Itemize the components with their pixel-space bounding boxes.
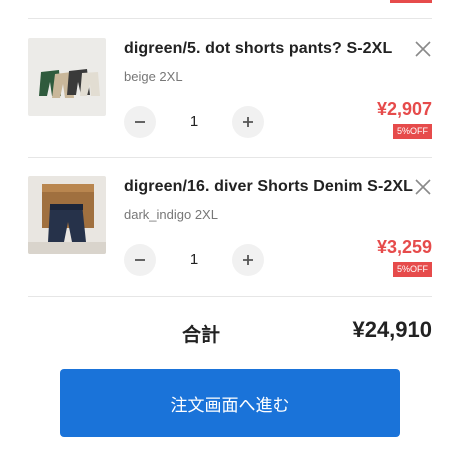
close-icon — [415, 41, 431, 57]
total-label: 合計 — [182, 325, 221, 346]
discount-badge — [390, 0, 432, 3]
product-image[interactable] — [28, 176, 106, 254]
divider — [28, 296, 432, 297]
item-price: ¥3,259 — [376, 237, 432, 257]
cart-item: digreen/5. dot shorts pants? S-2XL beige… — [28, 38, 432, 142]
checkout-button[interactable]: 注文画面へ進む — [60, 369, 400, 437]
product-variant: beige 2XL — [124, 69, 183, 84]
quantity-value[interactable]: 1 — [156, 106, 232, 138]
remove-item-button[interactable] — [414, 178, 432, 196]
quantity-decrement-button[interactable] — [124, 106, 156, 138]
quantity-increment-button[interactable] — [232, 106, 264, 138]
item-price: ¥2,907 — [376, 99, 432, 119]
minus-icon — [135, 259, 145, 261]
plus-icon — [243, 117, 253, 127]
discount-badge: 5%OFF — [392, 124, 432, 139]
close-icon — [415, 179, 431, 195]
plus-icon — [243, 255, 253, 265]
discount-badge: 5%OFF — [392, 262, 432, 277]
remove-item-button[interactable] — [414, 40, 432, 58]
total-value: ¥24,910 — [352, 317, 432, 342]
minus-icon — [135, 121, 145, 123]
product-variant: dark_indigo 2XL — [124, 207, 218, 222]
product-title[interactable]: digreen/5. dot shorts pants? S-2XL — [124, 40, 392, 58]
divider — [28, 157, 432, 158]
quantity-value[interactable]: 1 — [156, 244, 232, 276]
quantity-decrement-button[interactable] — [124, 244, 156, 276]
divider — [28, 18, 432, 19]
product-title[interactable]: digreen/16. diver Shorts Denim S-2XL — [124, 178, 413, 196]
quantity-increment-button[interactable] — [232, 244, 264, 276]
product-image[interactable] — [28, 38, 106, 116]
cart-item: digreen/16. diver Shorts Denim S-2XL dar… — [28, 176, 432, 280]
